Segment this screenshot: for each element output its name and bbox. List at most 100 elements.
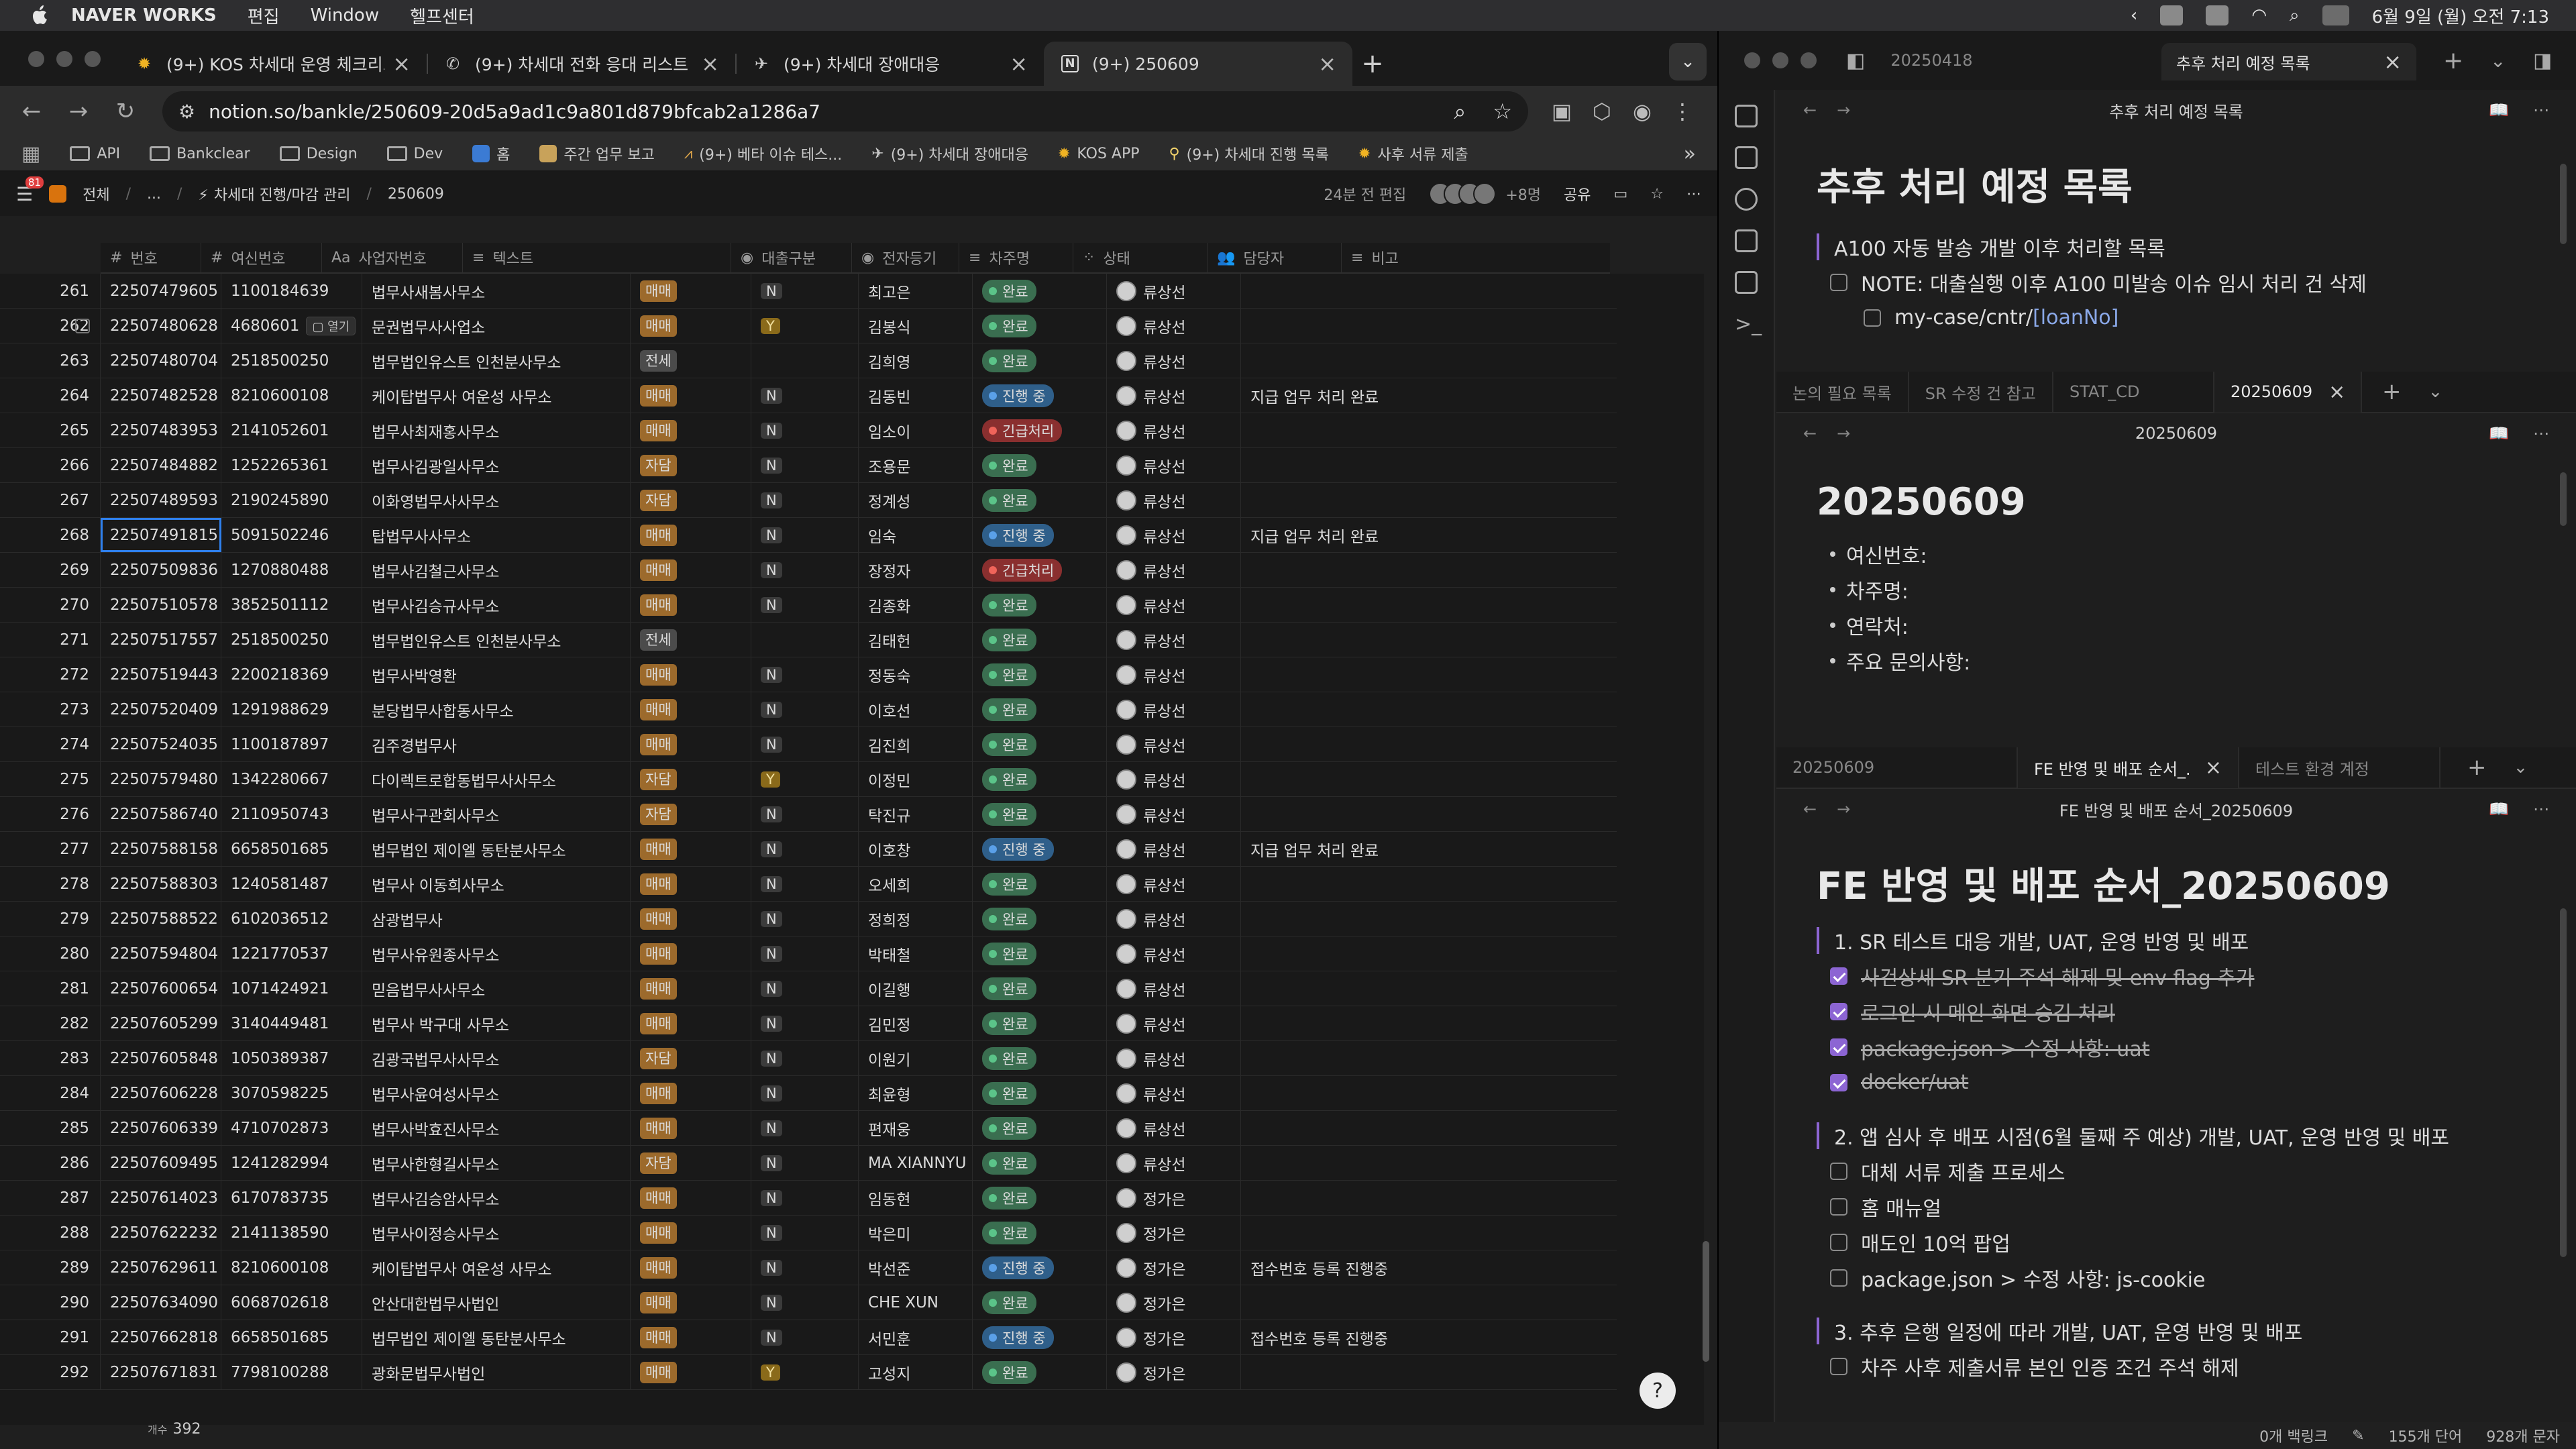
text-cell[interactable]: 안산대한법무사법인 xyxy=(362,1285,631,1320)
biz-number-cell[interactable]: 2141138590 xyxy=(221,1216,362,1250)
table-row[interactable]: 287 22507614023 6170783735 법무사김승암사무소 매매 N 임동현 완… xyxy=(0,1181,1617,1216)
note-cell[interactable] xyxy=(1241,413,1389,447)
chevron-left-icon[interactable]: ‹ xyxy=(2131,5,2137,25)
loan-number-cell[interactable]: 22507594804 xyxy=(101,936,221,971)
note-cell[interactable] xyxy=(1241,971,1389,1006)
loan-type-cell[interactable]: 매매 xyxy=(631,902,751,936)
table-row[interactable]: 283 22507605848 1050389387 김광국법무사사무소 자담 N 이원기 완… xyxy=(0,1041,1617,1076)
biz-number-cell[interactable]: 5091502246 xyxy=(221,518,362,552)
loan-number-cell[interactable]: 22507520409 xyxy=(101,692,221,727)
note-cell[interactable] xyxy=(1241,1146,1389,1180)
e-reg-cell[interactable]: Y xyxy=(751,1355,859,1389)
e-reg-cell[interactable]: N xyxy=(751,483,859,517)
calendar-icon[interactable] xyxy=(1735,146,1758,169)
note-cell[interactable] xyxy=(1241,274,1389,308)
reg-tag[interactable]: N xyxy=(761,701,782,718)
share-button[interactable]: 공유 xyxy=(1564,183,1591,205)
status-cell[interactable]: 완료 xyxy=(973,797,1107,831)
loan-number-cell[interactable]: 22507489593 xyxy=(101,483,221,517)
checkbox[interactable] xyxy=(1830,1233,1847,1251)
biz-number-cell[interactable]: 1050389387 xyxy=(221,1041,362,1075)
text-cell[interactable]: 김광국법무사사무소 xyxy=(362,1041,631,1075)
e-reg-cell[interactable]: N xyxy=(751,413,859,447)
biz-number-cell[interactable]: 1100187897 xyxy=(221,727,362,761)
table-row[interactable]: 264 22507482528 8210600108 케이탑법무사 여운성 사무소 매매… xyxy=(0,378,1617,413)
biz-number-cell[interactable]: 7798100288 xyxy=(221,1355,362,1389)
pane-tab-active[interactable]: FE 반영 및 배포 순서_... × xyxy=(2018,747,2239,788)
browser-tab[interactable]: ✹ (9+) KOS 차세대 운영 체크리스트 × xyxy=(118,42,427,86)
loan-type-cell[interactable]: 매매 xyxy=(631,936,751,971)
reg-tag[interactable]: N xyxy=(761,1155,782,1171)
loan-type-cell[interactable]: 자담 xyxy=(631,1146,751,1180)
status-cell[interactable]: 완료 xyxy=(973,1111,1107,1145)
blocks-icon[interactable] xyxy=(1735,229,1758,252)
loan-number-cell[interactable]: 22507519443 xyxy=(101,657,221,692)
bookmark-star-icon[interactable]: ☆ xyxy=(1493,99,1512,125)
note-cell[interactable]: 접수번호 등록 진행중 xyxy=(1241,1250,1389,1285)
loan-type-cell[interactable]: 매매 xyxy=(631,1355,751,1389)
loan-number-cell[interactable]: 22507510578 xyxy=(101,588,221,622)
table-row[interactable]: 280 22507594804 1221770537 법무사유원종사무소 매매 N 박태철 완… xyxy=(0,936,1617,971)
status-cell[interactable]: 완료 xyxy=(973,1216,1107,1250)
reg-tag[interactable]: N xyxy=(761,1259,782,1276)
e-reg-cell[interactable]: N xyxy=(751,867,859,901)
reg-tag[interactable]: N xyxy=(761,561,782,578)
column-header-note[interactable]: ≡ 비고 xyxy=(1342,243,1489,272)
reg-tag[interactable]: Y xyxy=(761,317,780,334)
reg-tag[interactable]: N xyxy=(761,1294,782,1311)
text-cell[interactable]: 다이렉트로합동법무사사무소 xyxy=(362,762,631,796)
status-cell[interactable]: 진행 중 xyxy=(973,518,1107,552)
text-cell[interactable]: 탑법무사사무소 xyxy=(362,518,631,552)
note-cell[interactable] xyxy=(1241,1006,1389,1040)
status-cell[interactable]: 완료 xyxy=(973,1041,1107,1075)
text-cell[interactable]: 법무사 이동희사무소 xyxy=(362,867,631,901)
menu-window[interactable]: Window xyxy=(311,5,380,25)
borrower-cell[interactable]: 임소이 xyxy=(859,413,973,447)
note-cell[interactable] xyxy=(1241,448,1389,482)
loan-number-cell[interactable]: 22507605848 xyxy=(101,1041,221,1075)
manager-cell[interactable]: 류상선 xyxy=(1107,902,1241,936)
loan-number-cell[interactable]: 22507600654 xyxy=(101,971,221,1006)
biz-number-cell[interactable]: 3852501112 xyxy=(221,588,362,622)
manager-cell[interactable]: 류상선 xyxy=(1107,797,1241,831)
e-reg-cell[interactable] xyxy=(751,623,859,657)
new-tab-button[interactable]: + xyxy=(2382,378,2402,405)
e-reg-cell[interactable]: N xyxy=(751,1076,859,1110)
menu-help[interactable]: 헬프센터 xyxy=(410,3,474,28)
close-tab-icon[interactable]: × xyxy=(2205,756,2222,780)
table-row[interactable]: 292 22507671831 7798100288 광화문법무사법인 매매 Y 고성지 완료… xyxy=(0,1355,1617,1390)
biz-number-cell[interactable]: 1270880488 xyxy=(221,553,362,587)
text-cell[interactable]: 케이탑법무사 여운성 사무소 xyxy=(362,378,631,413)
manager-cell[interactable]: 정가은 xyxy=(1107,1216,1241,1250)
loan-type-cell[interactable]: 전세 xyxy=(631,623,751,657)
note-cell[interactable] xyxy=(1241,1076,1389,1110)
manager-cell[interactable]: 류상선 xyxy=(1107,274,1241,308)
loan-type-cell[interactable]: 매매 xyxy=(631,867,751,901)
borrower-cell[interactable]: MA XIANNYU xyxy=(859,1146,973,1180)
biz-number-cell[interactable]: 1342280667 xyxy=(221,762,362,796)
checkbox-checked[interactable] xyxy=(1830,1073,1847,1091)
pane-tab[interactable]: 20250609 xyxy=(1776,747,2018,788)
table-row[interactable]: 268 22507491815 5091502246 탑법무사사무소 매매 N 임숙 진행 중… xyxy=(0,518,1617,553)
biz-number-cell[interactable]: 6170783735 xyxy=(221,1181,362,1215)
status-cell[interactable]: 진행 중 xyxy=(973,832,1107,866)
reg-tag[interactable]: N xyxy=(761,527,782,543)
biz-number-cell[interactable]: 4680601 ▢ 열기 xyxy=(221,309,362,343)
note-cell[interactable] xyxy=(1241,309,1389,343)
reg-tag[interactable]: N xyxy=(761,945,782,962)
checkbox[interactable] xyxy=(1830,1269,1847,1287)
tab-search-button[interactable]: ⌄ xyxy=(1669,43,1707,80)
tab-active-later[interactable]: 추후 처리 예정 목록 × xyxy=(2161,43,2416,80)
e-reg-cell[interactable]: N xyxy=(751,1320,859,1354)
text-cell[interactable]: 케이탑법무사 여운성 사무소 xyxy=(362,1250,631,1285)
biz-number-cell[interactable]: 1252265361 xyxy=(221,448,362,482)
column-header-type[interactable]: ◉ 대출구분 xyxy=(731,243,852,272)
borrower-cell[interactable]: 고성지 xyxy=(859,1355,973,1389)
e-reg-cell[interactable]: N xyxy=(751,588,859,622)
borrower-cell[interactable]: 박태철 xyxy=(859,936,973,971)
e-reg-cell[interactable]: N xyxy=(751,518,859,552)
loan-number-cell[interactable]: 22507509836 xyxy=(101,553,221,587)
table-row[interactable]: 272 22507519443 2200218369 법무사박영환 매매 N 정동숙 완료 류상… xyxy=(0,657,1617,692)
loan-number-cell[interactable]: 22507605299 xyxy=(101,1006,221,1040)
table-row[interactable]: 288 22507622232 2141138590 법무사이정승사무소 매매 N 박은미 완… xyxy=(0,1216,1617,1250)
